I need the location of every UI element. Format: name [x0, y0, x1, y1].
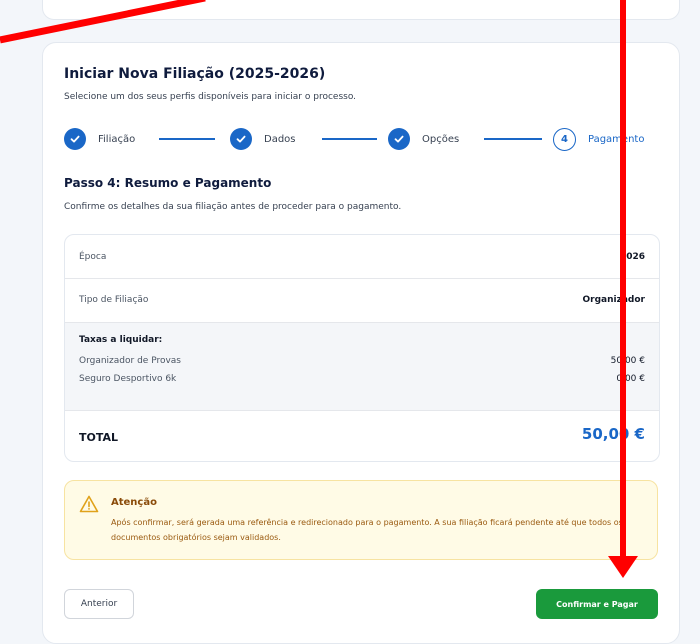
total-label: TOTAL: [79, 431, 119, 444]
step-label-filiacao: Filiação: [98, 133, 136, 145]
step-connector: [159, 138, 215, 140]
alert-title: Atenção: [111, 497, 157, 508]
page-title: Iniciar Nova Filiação (2025-2026): [64, 66, 326, 82]
check-icon: [230, 128, 252, 150]
tipo-label: Tipo de Filiação: [79, 295, 149, 305]
step-opcoes[interactable]: Opções: [388, 126, 459, 152]
step-label-opcoes: Opções: [422, 133, 460, 145]
fee-row: Organizador de Provas 50,00 €: [65, 353, 659, 369]
step-pagamento[interactable]: 4 Pagamento: [553, 126, 644, 152]
fee-value: 0,00 €: [616, 374, 645, 384]
step-connector: [322, 138, 377, 140]
stepper: Filiação Dados Opções 4 Pagamento: [64, 126, 664, 152]
fee-label: Seguro Desportivo 6k: [79, 374, 177, 384]
fee-label: Organizador de Provas: [79, 356, 181, 366]
fee-value: 50,00 €: [610, 356, 645, 366]
summary-row-tipo: Tipo de Filiação Organizador: [65, 288, 659, 312]
confirm-pay-button[interactable]: Confirmar e Pagar: [536, 589, 658, 619]
check-icon: [64, 128, 86, 150]
summary-row-epoca: Época 2026: [65, 245, 659, 269]
fee-row: Seguro Desportivo 6k 0,00 €: [65, 371, 659, 387]
alert-text: Após confirmar, será gerada uma referênc…: [111, 518, 623, 542]
step-label-dados: Dados: [264, 133, 296, 145]
previous-button[interactable]: Anterior: [64, 589, 134, 619]
fees-title: Taxas a liquidar:: [79, 335, 163, 345]
summary-panel: Época 2026 Tipo de Filiação Organizador …: [64, 234, 660, 462]
epoca-value: 2026: [619, 252, 645, 262]
divider: [65, 410, 659, 411]
step-filiacao[interactable]: Filiação: [64, 126, 135, 152]
warning-icon: [79, 495, 99, 517]
warning-alert: Atenção Após confirmar, será gerada uma …: [64, 480, 658, 560]
step-heading: Passo 4: Resumo e Pagamento: [64, 176, 272, 190]
total-value: 50,00 €: [581, 425, 645, 443]
step-number-badge: 4: [553, 127, 576, 151]
step-dados[interactable]: Dados: [230, 126, 296, 152]
epoca-label: Época: [79, 252, 107, 262]
step-connector: [484, 138, 542, 140]
tipo-value: Organizador: [582, 295, 645, 305]
divider: [65, 278, 659, 279]
step-description: Confirme os detalhes da sua filiação ant…: [64, 202, 402, 212]
check-icon: [388, 128, 410, 150]
page-subtitle: Selecione um dos seus perfis disponíveis…: [64, 92, 357, 102]
previous-card: [42, 0, 680, 20]
fees-section: Taxas a liquidar: Organizador de Provas …: [65, 323, 659, 410]
step-label-pagamento: Pagamento: [588, 133, 645, 145]
